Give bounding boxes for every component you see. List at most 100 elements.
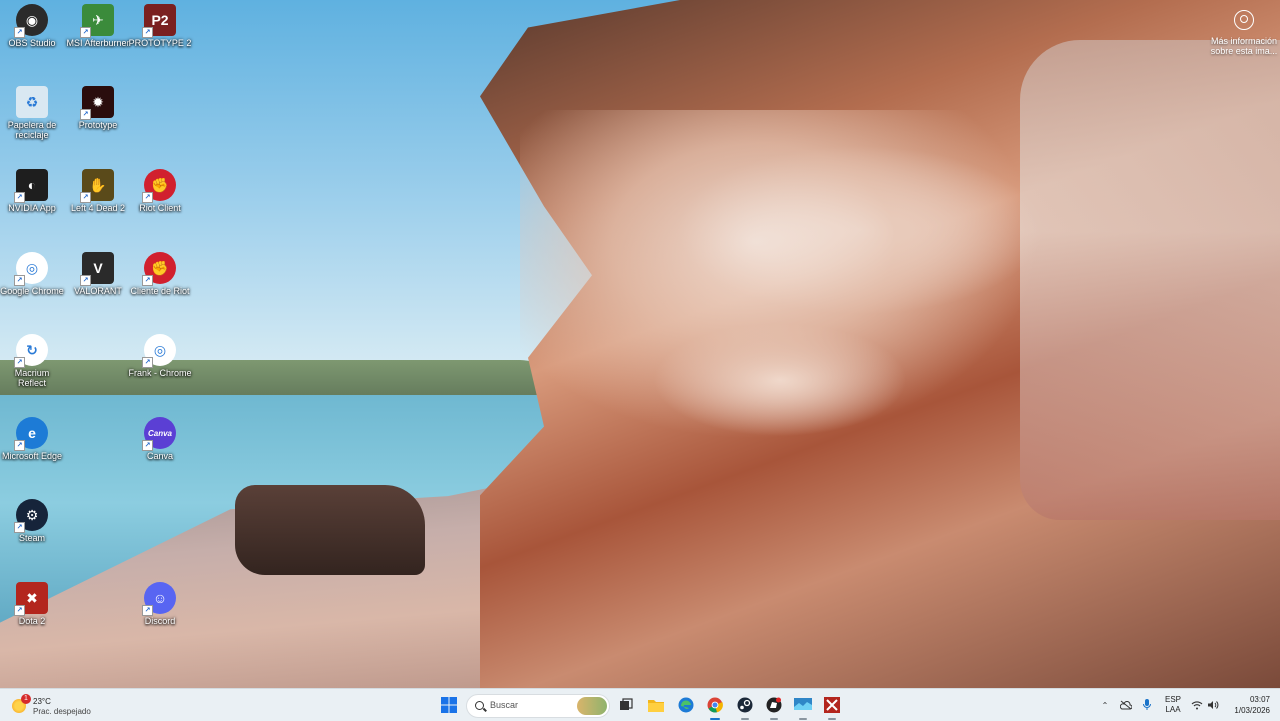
edge-taskbar-button[interactable] [674, 693, 698, 717]
riot-client-icon: ✊ ↗ [142, 252, 176, 286]
steam-icon [737, 697, 753, 713]
wallpaper-info-button[interactable]: Más información sobre esta ima... [1208, 10, 1280, 56]
task-view-icon [620, 698, 633, 710]
valorant-icon: V ↗ [80, 252, 114, 286]
macrium-reflect-icon: ↻ ↗ [14, 334, 48, 368]
chrome-icon: ◎ ↗ [14, 252, 48, 286]
display-icon [794, 698, 812, 710]
prototype-icon: ✹ ↗ [80, 86, 114, 120]
obs-icon: ◉ ↗ [14, 4, 48, 38]
recycle-bin-icon: ♻ [16, 86, 48, 118]
windows-start-icon [441, 697, 457, 713]
desktop-icon-frank-chrome[interactable]: ◎ ↗ Frank - Chrome [128, 334, 192, 378]
task-view-button[interactable] [614, 693, 638, 717]
shortcut-arrow-icon: ↗ [14, 27, 25, 38]
desktop-icon-riot-client[interactable]: ✊ ↗ Riot Client [128, 169, 192, 213]
desktop-icon-cliente-de-riot[interactable]: ✊ ↗ Cliente de Riot [128, 252, 192, 296]
weather-widget[interactable]: 1 23°C Prac. despejado [12, 692, 132, 718]
shortcut-arrow-icon: ↗ [142, 192, 153, 203]
weather-temperature: 23°C [33, 697, 51, 706]
shortcut-arrow-icon: ↗ [80, 275, 91, 286]
shortcut-arrow-icon: ↗ [14, 275, 25, 286]
desktop-icon-msi-afterburner[interactable]: ✈ ↗ MSI Afterburner [66, 4, 130, 48]
clock-date: 1/03/2026 [1234, 706, 1270, 715]
icon-glyph: ⚙ [25, 506, 39, 523]
icon-glyph: ◎ [153, 341, 167, 358]
icon-glyph: ◉ [25, 11, 39, 28]
desktop-icon-label: VALORANT [74, 286, 122, 296]
desktop-icon-label: Riot Client [139, 203, 181, 213]
dota2-icon: ✖ ↗ [14, 582, 48, 616]
desktop-icon-label: OBS Studio [8, 38, 56, 48]
icon-glyph: ✋ [89, 176, 107, 193]
steam-taskbar-button[interactable] [733, 693, 757, 720]
shortcut-arrow-icon: ↗ [14, 605, 25, 616]
shortcut-arrow-icon: ↗ [14, 192, 25, 203]
icon-glyph: ✊ [151, 259, 169, 276]
icon-glyph: ✹ [92, 93, 104, 110]
desktop-icon-label: Prototype [78, 120, 118, 130]
wifi-button[interactable] [1190, 689, 1204, 721]
dota-taskbar-button[interactable] [820, 693, 844, 720]
msi-afterburner-icon: ✈ ↗ [80, 4, 114, 38]
show-hidden-icons-button[interactable]: ⌃ [1098, 689, 1112, 721]
taskbar: 1 23°C Prac. despejado Buscar ⌃ ESP LAA … [0, 688, 1280, 721]
shortcut-arrow-icon: ↗ [14, 440, 25, 451]
desktop-icon-prototype[interactable]: ✹ ↗ Prototype [66, 86, 130, 130]
desktop-icon-prototype-2[interactable]: P2 ↗ PROTOTYPE 2 [128, 4, 192, 48]
discord-icon: ☺ ↗ [142, 582, 176, 616]
volume-button[interactable] [1206, 689, 1220, 721]
shortcut-arrow-icon: ↗ [80, 27, 91, 38]
icon-glyph: Canva [147, 428, 172, 438]
desktop-icon-label: NVIDIA App [8, 203, 56, 213]
desktop-icon-papelera-de-reciclaje[interactable]: ♻ Papelera de reciclaje [0, 86, 64, 140]
desktop-icon-label: Discord [144, 616, 176, 626]
display-taskbar-button[interactable] [791, 693, 815, 720]
shortcut-arrow-icon: ↗ [80, 192, 91, 203]
microphone-icon [1143, 699, 1151, 710]
search-icon [475, 701, 484, 710]
desktop-icon-left-4-dead-2[interactable]: ✋ ↗ Left 4 Dead 2 [66, 169, 130, 213]
desktop-icon-label: Frank - Chrome [128, 368, 192, 378]
shortcut-arrow-icon: ↗ [142, 27, 153, 38]
start-button[interactable] [437, 693, 461, 717]
network-disconnected-button[interactable] [1118, 689, 1134, 721]
shortcut-arrow-icon: ↗ [14, 522, 25, 533]
desktop-icon-discord[interactable]: ☺ ↗ Discord [128, 582, 192, 626]
desktop-icon-canva[interactable]: Canva ↗ Canva [128, 417, 192, 461]
language-code: ESP [1164, 695, 1181, 704]
desktop-icon-google-chrome[interactable]: ◎ ↗ Google Chrome [0, 252, 64, 296]
riot-taskbar-button[interactable] [762, 693, 786, 720]
chrome-taskbar-button[interactable] [703, 693, 727, 720]
shortcut-arrow-icon: ↗ [142, 605, 153, 616]
desktop-icon-label: Macrium Reflect [14, 368, 50, 388]
icon-glyph: ☺ [152, 590, 168, 606]
desktop-icon-label: Left 4 Dead 2 [70, 203, 126, 213]
cloud-off-icon [1120, 700, 1132, 710]
speaker-icon [1208, 701, 1219, 709]
desktop-wallpaper [0, 0, 1280, 688]
microphone-button[interactable] [1140, 689, 1154, 721]
shortcut-arrow-icon: ↗ [80, 109, 91, 120]
icon-glyph: ✊ [151, 176, 169, 193]
weather-condition: Prac. despejado [33, 707, 91, 716]
icon-glyph: ♻ [25, 93, 39, 110]
clock[interactable]: 03:07 1/03/2026 [1222, 689, 1270, 721]
desktop-icon-nvidia-app[interactable]: ◐ ↗ NVIDIA App [0, 169, 64, 213]
edge-icon: e ↗ [14, 417, 48, 451]
desktop-icon-steam[interactable]: ⚙ ↗ Steam [0, 499, 64, 543]
canva-icon: Canva ↗ [142, 417, 176, 451]
desktop-icon-macrium-reflect[interactable]: ↻ ↗ Macrium Reflect [0, 334, 64, 388]
desktop-icon-obs-studio[interactable]: ◉ ↗ OBS Studio [0, 4, 64, 48]
keyboard-layout: LAA [1165, 705, 1181, 714]
language-indicator[interactable]: ESP LAA [1162, 689, 1184, 721]
prototype2-icon: P2 ↗ [142, 4, 176, 38]
search-box[interactable]: Buscar [466, 694, 610, 718]
desktop-icon-microsoft-edge[interactable]: e ↗ Microsoft Edge [0, 417, 64, 461]
shortcut-arrow-icon: ↗ [142, 440, 153, 451]
file-explorer-button[interactable] [644, 693, 668, 717]
desktop-icon-valorant[interactable]: V ↗ VALORANT [66, 252, 130, 296]
shortcut-arrow-icon: ↗ [142, 275, 153, 286]
desktop-icon-dota-2[interactable]: ✖ ↗ Dota 2 [0, 582, 64, 626]
nvidia-icon: ◐ ↗ [14, 169, 48, 203]
